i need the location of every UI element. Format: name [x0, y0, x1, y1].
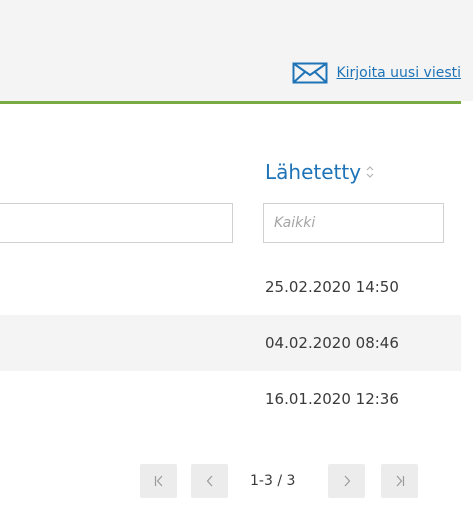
column-filter-input[interactable] — [0, 203, 233, 243]
first-page-button[interactable] — [140, 464, 177, 498]
messages-page: Kirjoita uusi viesti Lähetetty 25.02.202… — [0, 0, 473, 532]
sent-date-cell: 16.01.2020 12:36 — [265, 390, 399, 408]
new-message-label: Kirjoita uusi viesti — [336, 65, 461, 81]
last-page-icon — [396, 475, 404, 487]
sent-column-title: Lähetetty — [265, 160, 362, 184]
top-toolbar: Kirjoita uusi viesti — [0, 0, 473, 101]
sort-arrows-icon — [366, 166, 374, 178]
page-info: 1-3 / 3 — [250, 473, 296, 489]
table-row[interactable]: 25.02.2020 14:50 — [0, 259, 461, 315]
previous-page-button[interactable] — [191, 464, 228, 498]
table-row[interactable]: 04.02.2020 08:46 — [0, 315, 461, 371]
last-page-button[interactable] — [381, 464, 418, 498]
chevron-right-icon — [344, 475, 350, 487]
sent-date-cell: 04.02.2020 08:46 — [265, 334, 399, 352]
first-page-icon — [154, 475, 162, 487]
sent-filter-input[interactable] — [263, 203, 444, 243]
table-row[interactable]: 16.01.2020 12:36 — [0, 371, 461, 427]
next-page-button[interactable] — [328, 464, 365, 498]
envelope-icon — [292, 62, 328, 84]
sent-date-cell: 25.02.2020 14:50 — [265, 278, 399, 296]
header-accent-line — [0, 101, 461, 104]
sent-column-header[interactable]: Lähetetty — [265, 160, 375, 184]
pagination: 1-3 / 3 — [0, 464, 473, 500]
chevron-left-icon — [206, 475, 212, 487]
new-message-link[interactable]: Kirjoita uusi viesti — [292, 62, 461, 84]
